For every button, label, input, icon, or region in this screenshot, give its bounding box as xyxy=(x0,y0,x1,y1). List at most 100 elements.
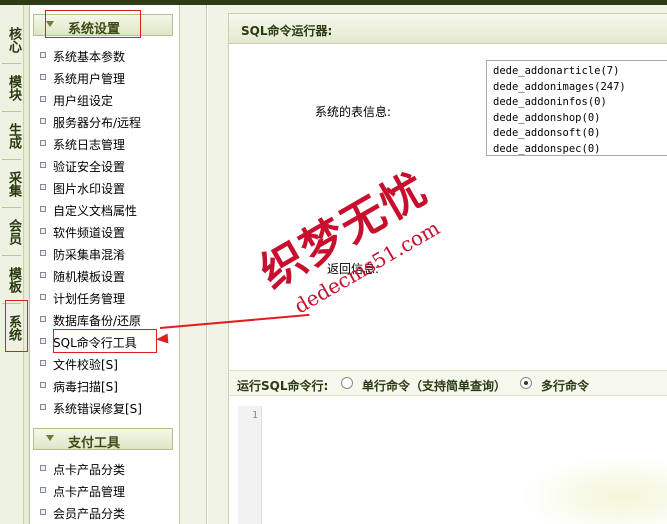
sidebar-menu: 系统设置 系统基本参数 系统用户管理 用户组设定 服务器分布/远程 系统日志管理… xyxy=(31,5,179,524)
menu-item-label: 系统日志管理 xyxy=(53,138,126,152)
menu-item-label: 系统基本参数 xyxy=(53,50,126,64)
vertical-tab-bar: 核心 模块 生成 采集 会员 模板 系统 xyxy=(0,5,24,524)
vtab-modules[interactable]: 模块 xyxy=(0,67,23,109)
menu-item-label: 系统错误修复[S] xyxy=(53,402,142,416)
square-bullet-icon xyxy=(40,382,46,388)
square-bullet-icon xyxy=(40,294,46,300)
menu-item-random-template[interactable]: 随机模板设置 xyxy=(37,265,177,287)
frame-splitter[interactable] xyxy=(179,5,207,524)
square-bullet-icon xyxy=(40,96,46,102)
menu-item-label: 验证安全设置 xyxy=(53,160,126,174)
square-bullet-icon xyxy=(40,206,46,212)
menu-item-user-groups[interactable]: 用户组设定 xyxy=(37,89,177,111)
vtab-divider xyxy=(2,255,21,256)
sql-mode-row: 运行SQL命令行: 单行命令（支持简单查询） 多行命令 xyxy=(229,370,667,396)
single-line-radio-label[interactable]: 单行命令（支持简单查询） xyxy=(362,377,506,394)
table-option[interactable]: dede_addoninfos(0) xyxy=(493,95,667,111)
highlight-box-sql-tool xyxy=(53,329,157,353)
menu-item-label: 点卡产品管理 xyxy=(53,485,126,499)
square-bullet-icon xyxy=(40,272,46,278)
menu-item-card-products[interactable]: 点卡产品管理 xyxy=(37,480,177,502)
menu-item-watermark[interactable]: 图片水印设置 xyxy=(37,177,177,199)
table-option[interactable]: dede_addonarticle(7) xyxy=(493,64,667,80)
menu-item-label: 数据库备份/还原 xyxy=(53,314,142,328)
menu-item-label: 软件频道设置 xyxy=(53,226,126,240)
menu-group-payment-tools[interactable]: 支付工具 xyxy=(33,428,173,451)
square-bullet-icon xyxy=(40,509,46,515)
table-listbox[interactable]: dede_addonarticle(7) dede_addonimages(24… xyxy=(486,60,667,156)
menu-item-system-logs[interactable]: 系统日志管理 xyxy=(37,133,177,155)
square-bullet-icon xyxy=(40,118,46,124)
square-bullet-icon xyxy=(40,360,46,366)
single-line-radio[interactable] xyxy=(341,377,353,389)
menu-group-title: 支付工具 xyxy=(68,436,121,451)
square-bullet-icon xyxy=(40,52,46,58)
menu-item-basic-params[interactable]: 系统基本参数 xyxy=(37,45,177,67)
menu-item-card-categories[interactable]: 点卡产品分类 xyxy=(37,458,177,480)
square-bullet-icon xyxy=(40,316,46,322)
line-number: 1 xyxy=(251,410,258,421)
page-title: SQL命令运行器: xyxy=(241,24,333,38)
square-bullet-icon xyxy=(40,250,46,256)
table-option[interactable]: dede_addonspec(0) xyxy=(493,142,667,155)
table-option[interactable]: dede_addonimages(247) xyxy=(493,80,667,96)
highlight-box-system-settings xyxy=(45,10,141,38)
menu-item-label: 随机模板设置 xyxy=(53,270,126,284)
menu-item-db-backup[interactable]: 数据库备份/还原 xyxy=(37,309,177,331)
vtab-core[interactable]: 核心 xyxy=(0,19,23,61)
menu-item-label: 计划任务管理 xyxy=(53,292,126,306)
line-number-gutter: 1 xyxy=(238,406,262,524)
menu-item-label: 图片水印设置 xyxy=(53,182,126,196)
menu-gutter xyxy=(24,5,30,524)
menu-item-software-channel[interactable]: 软件频道设置 xyxy=(37,221,177,243)
vtab-divider xyxy=(2,159,21,160)
menu-item-label: 病毒扫描[S] xyxy=(53,380,118,394)
menu-item-label: 文件校验[S] xyxy=(53,358,118,372)
menu-item-error-repair[interactable]: 系统错误修复[S] xyxy=(37,397,177,419)
vtab-members[interactable]: 会员 xyxy=(0,211,23,253)
menu-item-virus-scan[interactable]: 病毒扫描[S] xyxy=(37,375,177,397)
square-bullet-icon xyxy=(40,162,46,168)
square-bullet-icon xyxy=(40,74,46,80)
menu-item-label: 自定义文档属性 xyxy=(53,204,138,218)
square-bullet-icon xyxy=(40,465,46,471)
vtab-generate[interactable]: 生成 xyxy=(0,115,23,157)
panel-title-bar: SQL命令运行器: xyxy=(229,14,667,44)
vtab-divider xyxy=(2,111,21,112)
triangle-down-icon xyxy=(46,435,54,441)
menu-item-server-distribution[interactable]: 服务器分布/远程 xyxy=(37,111,177,133)
table-info-label: 系统的表信息: xyxy=(315,105,392,119)
square-bullet-icon xyxy=(40,338,46,344)
editor-background-glow xyxy=(518,455,667,524)
menu-item-user-management[interactable]: 系统用户管理 xyxy=(37,67,177,89)
table-option[interactable]: dede_addonshop(0) xyxy=(493,111,667,127)
arrow-left-icon xyxy=(155,333,169,345)
vtab-divider xyxy=(2,207,21,208)
square-bullet-icon xyxy=(40,140,46,146)
menu-item-label: 防采集串混淆 xyxy=(53,248,126,262)
square-bullet-icon xyxy=(40,184,46,190)
multi-line-radio[interactable] xyxy=(520,377,532,389)
vtab-divider xyxy=(2,63,21,64)
square-bullet-icon xyxy=(40,487,46,493)
menu-item-label: 用户组设定 xyxy=(53,94,114,108)
multi-line-radio-label[interactable]: 多行命令 xyxy=(541,377,589,394)
menu-item-label: 系统用户管理 xyxy=(53,72,126,86)
menu-item-label: 服务器分布/远程 xyxy=(53,116,142,130)
vtab-templates[interactable]: 模板 xyxy=(0,259,23,301)
run-sql-label: 运行SQL命令行: xyxy=(237,379,329,393)
menu-item-label: 点卡产品分类 xyxy=(53,463,126,477)
menu-item-file-check[interactable]: 文件校验[S] xyxy=(37,353,177,375)
menu-item-security[interactable]: 验证安全设置 xyxy=(37,155,177,177)
menu-item-label: 会员产品分类 xyxy=(53,507,126,521)
highlight-box-system-tab xyxy=(5,300,28,352)
menu-item-anti-scrape[interactable]: 防采集串混淆 xyxy=(37,243,177,265)
menu-item-member-product-categories[interactable]: 会员产品分类 xyxy=(37,502,177,524)
table-option[interactable]: dede_addonsoft(0) xyxy=(493,126,667,142)
menu-item-scheduled-tasks[interactable]: 计划任务管理 xyxy=(37,287,177,309)
vtab-collect[interactable]: 采集 xyxy=(0,163,23,205)
menu-item-custom-attributes[interactable]: 自定义文档属性 xyxy=(37,199,177,221)
square-bullet-icon xyxy=(40,228,46,234)
square-bullet-icon xyxy=(40,404,46,410)
sql-editor[interactable]: 1 xyxy=(238,406,667,524)
